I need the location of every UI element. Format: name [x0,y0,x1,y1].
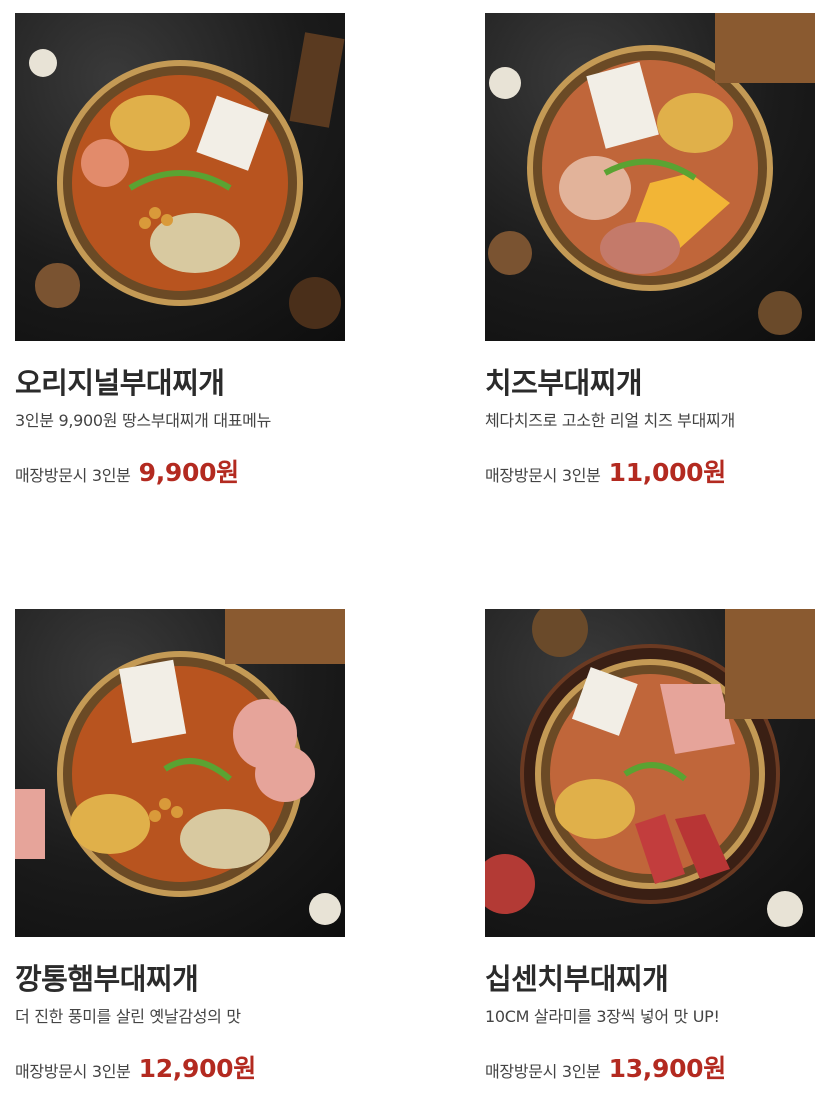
price-label: 매장방문시 3인분 [485,1062,601,1081]
menu-description: 체다치즈로 고소한 리얼 치즈 부대찌개 [485,411,735,430]
price-label: 매장방문시 3인분 [485,466,601,485]
menu-title[interactable]: 오리지널부대찌개 [15,365,345,401]
price-value: 12,900원 [138,1054,257,1083]
price-row: 매장방문시 3인분 13,900원 [485,1049,815,1085]
price-value: 11,000원 [608,458,727,487]
menu-photo-10cm[interactable] [485,609,815,937]
menu-card-original[interactable]: 오리지널부대찌개 3인분 9,900원 땅스부대찌개 대표메뉴 매장방문시 3인… [15,13,345,489]
price-row: 매장방문시 3인분 9,900원 [15,453,345,489]
price-value: 13,900원 [608,1054,727,1083]
menu-description: 더 진한 풍미를 살린 옛날감성의 맛 [15,1007,241,1026]
menu-grid: 오리지널부대찌개 3인분 9,900원 땅스부대찌개 대표메뉴 매장방문시 3인… [0,0,830,1112]
price-row: 매장방문시 3인분 12,900원 [15,1049,345,1085]
price-row: 매장방문시 3인분 11,000원 [485,453,815,489]
menu-photo-cheese[interactable] [485,13,815,341]
menu-title[interactable]: 치즈부대찌개 [485,365,815,401]
menu-description: 10CM 살라미를 3장씩 넣어 맛 UP! [485,1007,720,1026]
menu-title[interactable]: 십센치부대찌개 [485,961,815,997]
price-label: 매장방문시 3인분 [15,1062,131,1081]
menu-photo-original[interactable] [15,13,345,341]
menu-title[interactable]: 깡통햄부대찌개 [15,961,345,997]
menu-card-10cm[interactable]: 십센치부대찌개 10CM 살라미를 3장씩 넣어 맛 UP! 매장방문시 3인분… [485,609,815,1085]
price-label: 매장방문시 3인분 [15,466,131,485]
menu-photo-spam[interactable] [15,609,345,937]
menu-card-spam[interactable]: 깡통햄부대찌개 더 진한 풍미를 살린 옛날감성의 맛 매장방문시 3인분 12… [15,609,345,1085]
menu-card-cheese[interactable]: 치즈부대찌개 체다치즈로 고소한 리얼 치즈 부대찌개 매장방문시 3인분 11… [485,13,815,489]
menu-description: 3인분 9,900원 땅스부대찌개 대표메뉴 [15,411,272,430]
price-value: 9,900원 [138,458,240,487]
